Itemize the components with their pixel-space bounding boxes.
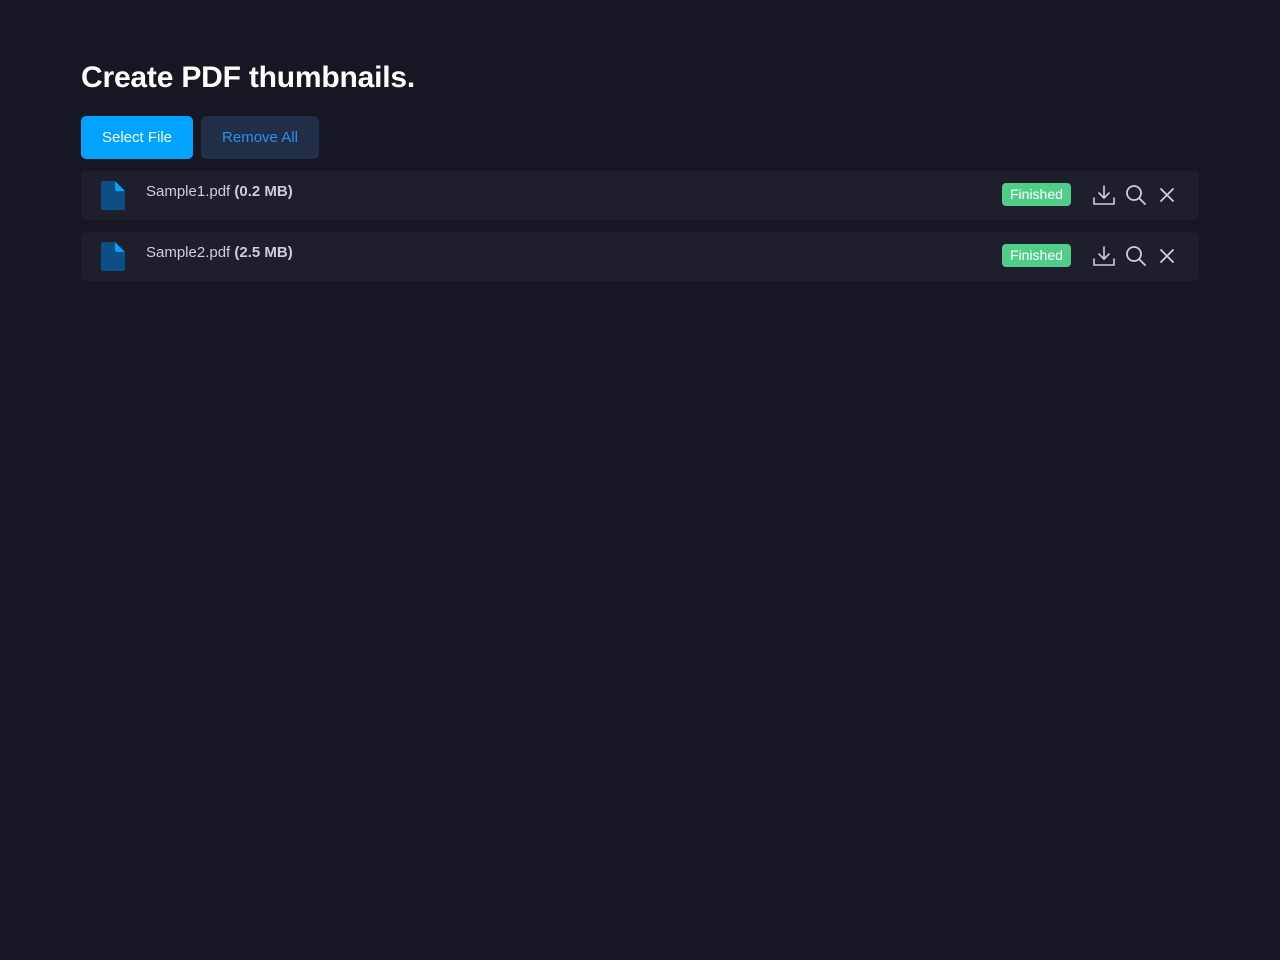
page-title: Create PDF thumbnails. — [81, 61, 415, 94]
page: Create PDF thumbnails. Select File Remov… — [0, 0, 1280, 960]
status-badge: Finished — [1002, 183, 1071, 206]
file-size: (0.2 MB) — [234, 183, 293, 200]
file-row: Sample1.pdf (0.2 MB) Finished — [81, 171, 1199, 220]
download-button[interactable] — [1091, 243, 1117, 269]
main-container: Create PDF thumbnails. Select File Remov… — [81, 58, 1199, 281]
download-icon — [1093, 246, 1115, 266]
search-icon — [1126, 246, 1146, 266]
file-name-text: Sample1.pdf — [146, 183, 231, 200]
preview-button[interactable] — [1123, 243, 1149, 269]
file-name: Sample1.pdf (0.2 MB) — [146, 182, 293, 202]
file-name: Sample2.pdf (2.5 MB) — [146, 243, 293, 263]
file-size: (2.5 MB) — [234, 244, 293, 261]
file-icon — [101, 181, 125, 210]
search-icon — [1126, 185, 1146, 205]
file-list: Sample1.pdf (0.2 MB) Finished Sample2.pd… — [81, 171, 1199, 281]
close-icon — [1160, 188, 1174, 202]
remove-all-button[interactable]: Remove All — [201, 116, 319, 159]
download-icon — [1093, 185, 1115, 205]
remove-button[interactable] — [1154, 182, 1180, 208]
close-icon — [1160, 249, 1174, 263]
select-file-button[interactable]: Select File — [81, 116, 194, 159]
preview-button[interactable] — [1123, 182, 1149, 208]
status-badge: Finished — [1002, 244, 1071, 267]
file-row: Sample2.pdf (2.5 MB) Finished — [81, 232, 1199, 281]
toolbar: Select File Remove All — [81, 116, 1199, 159]
download-button[interactable] — [1091, 182, 1117, 208]
remove-button[interactable] — [1154, 243, 1180, 269]
file-name-text: Sample2.pdf — [146, 244, 231, 261]
file-icon — [101, 242, 125, 271]
